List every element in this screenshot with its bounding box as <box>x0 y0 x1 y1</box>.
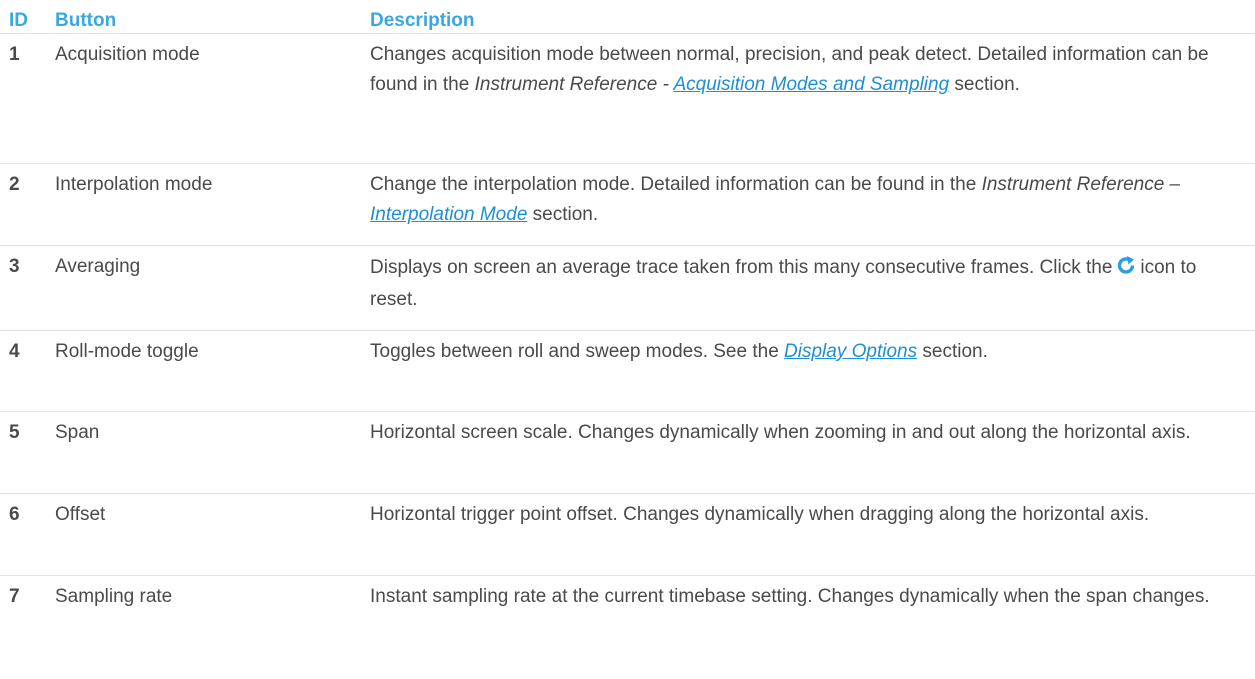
desc-text: Change the interpolation mode. Detailed … <box>370 174 982 195</box>
desc-text: Toggles between roll and sweep modes. Se… <box>370 341 785 362</box>
row-button-name: Span <box>55 422 100 443</box>
table-row: 4 Roll-mode toggle Toggles between roll … <box>0 331 1255 412</box>
table-header: ID Button Description <box>0 0 1255 34</box>
table-row: 3 Averaging Displays on screen an averag… <box>0 246 1255 331</box>
row-id: 4 <box>9 341 20 362</box>
table-row: 1 Acquisition mode Changes acquisition m… <box>0 34 1255 164</box>
row-button-name: Averaging <box>55 256 141 277</box>
row-id: 3 <box>9 256 20 277</box>
row-button-name: Roll-mode toggle <box>55 341 199 362</box>
row-id: 7 <box>9 586 20 607</box>
refresh-icon <box>1116 254 1136 274</box>
desc-emphasis: Instrument Reference – <box>981 174 1181 195</box>
row-description: Toggles between roll and sweep modes. Se… <box>370 331 1255 411</box>
header-description: Description <box>370 10 475 31</box>
row-description: Instant sampling rate at the current tim… <box>370 586 1210 607</box>
row-description: Horizontal screen scale. Changes dynamic… <box>370 422 1191 443</box>
table-row: 7 Sampling rate Instant sampling rate at… <box>0 576 1255 658</box>
desc-text: Displays on screen an average trace take… <box>370 257 1113 278</box>
desc-text-end: section. <box>917 341 988 362</box>
row-description: Horizontal trigger point offset. Changes… <box>370 504 1150 525</box>
table-row: 6 Offset Horizontal trigger point offset… <box>0 494 1255 576</box>
row-button-name: Sampling rate <box>55 586 173 607</box>
row-button-name: Interpolation mode <box>55 174 213 195</box>
table-row: 5 Span Horizontal screen scale. Changes … <box>0 412 1255 494</box>
button-description-table: ID Button Description 1 Acquisition mode… <box>0 0 1255 658</box>
link-acquisition-modes[interactable]: Acquisition Modes and Sampling <box>673 74 949 95</box>
header-id: ID <box>9 10 28 31</box>
row-id: 5 <box>9 422 20 443</box>
table-row: 2 Interpolation mode Change the interpol… <box>0 164 1255 246</box>
row-id: 1 <box>9 44 20 65</box>
row-id: 6 <box>9 504 20 525</box>
link-display-options[interactable]: Display Options <box>784 341 917 362</box>
row-button-name: Offset <box>55 504 106 525</box>
header-button: Button <box>55 10 117 31</box>
row-description: Change the interpolation mode. Detailed … <box>370 164 1255 245</box>
row-description: Changes acquisition mode between normal,… <box>370 34 1255 163</box>
desc-text-end: section. <box>527 204 599 225</box>
link-interpolation-mode[interactable]: Interpolation Mode <box>370 204 527 225</box>
row-description: Displays on screen an average trace take… <box>370 246 1255 330</box>
desc-emphasis: Instrument Reference - <box>474 74 674 95</box>
row-button-name: Acquisition mode <box>55 44 200 65</box>
desc-text-end: section. <box>949 74 1020 95</box>
row-id: 2 <box>9 174 20 195</box>
